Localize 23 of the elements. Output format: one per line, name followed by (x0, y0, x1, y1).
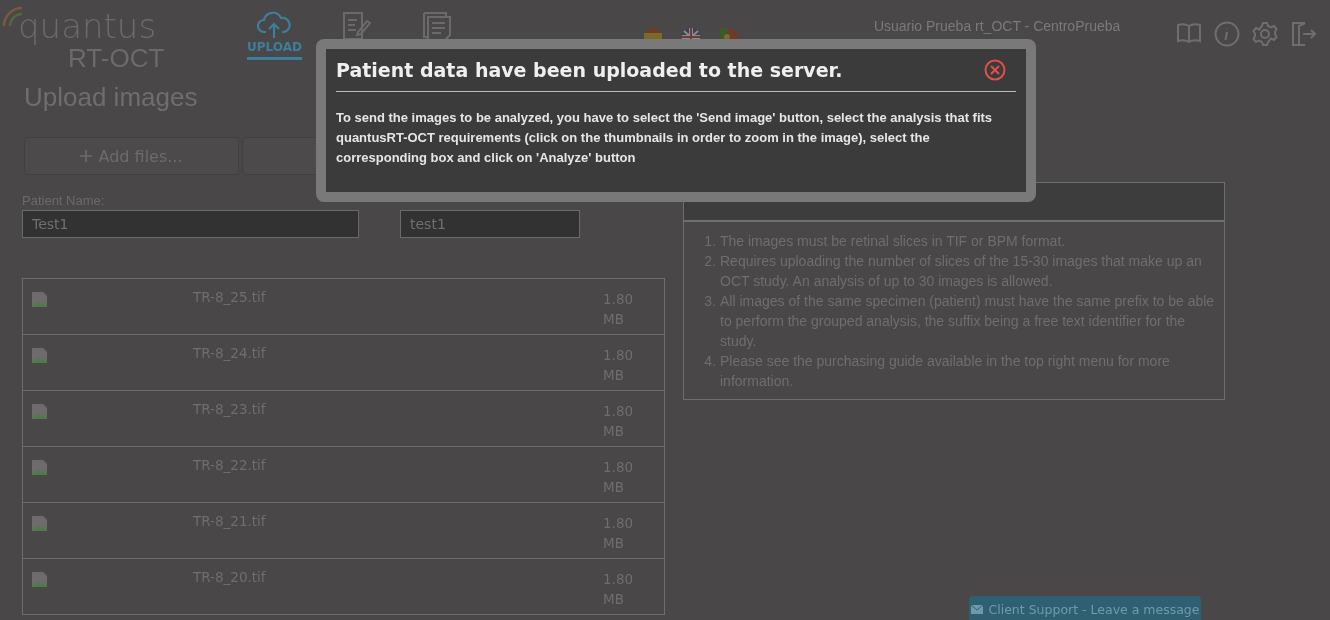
envelope-icon (970, 604, 983, 614)
broken-image-icon (31, 459, 48, 476)
broken-image-icon (31, 403, 48, 420)
cloud-upload-icon (257, 10, 292, 40)
plus-icon (80, 150, 93, 162)
text-field[interactable]: Test1 (22, 210, 359, 238)
info-icon[interactable] (1214, 21, 1241, 47)
close-icon (984, 59, 1006, 81)
broken-image-icon (31, 515, 48, 532)
documents-icon (421, 10, 454, 42)
broken-image-icon (31, 347, 48, 364)
logout-icon[interactable] (1290, 21, 1317, 47)
document-pen-icon (341, 10, 372, 42)
settings-icon[interactable] (1252, 21, 1279, 47)
dialog-message: To send the images to be analyzed, you have to select the 'Send image' button, select the analysis that fits quantusRT-OCT requirements (click on the thumbnails in order to zoom in the image), select the corresponding box and click on 'Analyze' button (336, 109, 994, 167)
broken-image-icon (31, 291, 48, 308)
dialog-title: Patient data have been uploaded to the server. (336, 59, 843, 81)
book-icon[interactable] (1176, 21, 1203, 45)
broken-image-icon (31, 571, 48, 588)
nav-tab[interactable]: UPLOAD (247, 10, 302, 60)
support-button[interactable]: Client Support - Leave a message (969, 596, 1201, 620)
text-field[interactable]: test1 (400, 210, 580, 238)
close-button[interactable] (984, 59, 1006, 81)
